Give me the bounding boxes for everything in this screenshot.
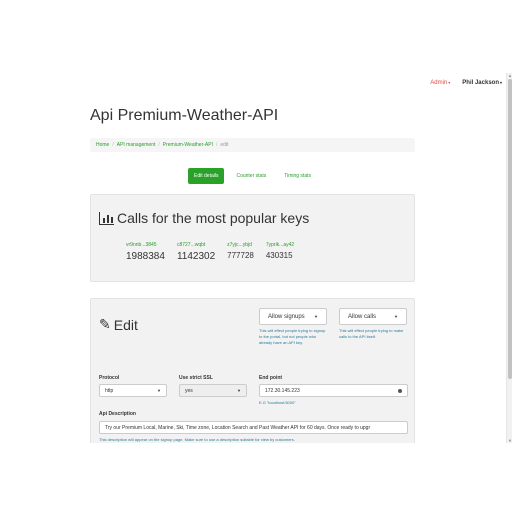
calls-select[interactable]: Allow calls ▼ [339,308,407,325]
ssl-select[interactable]: yes ▼ [179,384,247,397]
key-count: 777728 [227,251,254,260]
edit-heading: ✎ Edit [99,316,138,333]
description-label: Api Description [99,411,136,417]
tab-bar: Edit details Counter stats Timing stats [188,168,317,184]
description-input[interactable]: Try our Premium Local, Marine, Ski, Time… [99,421,408,434]
breadcrumb-separator: / [215,142,218,148]
chevron-down-icon: ▼ [157,388,161,393]
key-name[interactable]: z7yjc...ybjd [227,242,254,248]
ssl-label: Use strict SSL [179,375,213,381]
breadcrumb-api-management[interactable]: API management [117,142,156,148]
description-hint: This description will appear on the sign… [99,437,295,442]
user-menu-label: Phil Jackson [462,80,499,86]
protocol-select[interactable]: http ▼ [99,384,167,397]
key-item: z7yjc...ybjd 777728 [227,242,254,262]
tab-counter-stats[interactable]: Counter stats [230,168,272,184]
scroll-up-icon[interactable]: ▲ [508,73,512,78]
key-item: vr9nnb...3845 1988384 [126,242,165,262]
breadcrumb-current: edit [220,142,229,148]
input-status-icon [398,388,402,393]
endpoint-label: End point [259,375,283,381]
tab-edit-details[interactable]: Edit details [188,168,225,184]
user-menu[interactable]: Phil Jackson▾ [462,80,502,86]
chevron-down-icon: ▾ [499,80,502,85]
tab-timing-stats[interactable]: Timing stats [278,168,317,184]
key-name[interactable]: vr9nnb...3845 [126,242,165,248]
endpoint-input-value: 172.30.145.223 [265,387,300,394]
key-item: 7yprik...ay42 430315 [266,242,294,262]
scrollbar-thumb[interactable] [508,79,512,379]
page-title: Api Premium-Weather-API [90,107,279,124]
signups-help: This will effect people trying to signup… [259,328,326,345]
edit-panel: ✎ Edit Allow signups ▼ This will effect … [90,298,415,443]
chevron-down-icon: ▾ [448,80,451,85]
browser-viewport: Admin▾ Phil Jackson▾ Api Premium-Weather… [0,73,512,443]
calls-select-value: Allow calls [348,313,377,320]
breadcrumb-api[interactable]: Premium-Weather-API [163,142,213,148]
bar-chart-icon [99,211,114,225]
keys-list: vr9nnb...3845 1988384 c8727...wqbt 11423… [126,242,294,262]
chevron-down-icon: ▼ [237,388,241,393]
scroll-down-icon[interactable]: ▼ [508,438,512,443]
edit-icon: ✎ [99,316,111,332]
key-count: 1142302 [176,251,216,262]
breadcrumb-home[interactable]: Home [96,142,109,148]
breadcrumb-separator: / [158,142,160,148]
popular-keys-heading: Calls for the most popular keys [99,210,309,226]
key-item: c8727...wqbt 1142302 [177,242,215,262]
protocol-select-value: http [105,387,114,394]
key-name[interactable]: 7yprik...ay42 [266,242,294,248]
key-count: 1988384 [126,251,165,262]
popular-keys-title: Calls for the most popular keys [117,210,310,226]
popular-keys-panel: Calls for the most popular keys vr9nnb..… [90,194,415,282]
chevron-down-icon: ▼ [394,314,398,319]
endpoint-input[interactable]: 172.30.145.223 [259,384,408,397]
signups-select[interactable]: Allow signups ▼ [259,308,327,325]
endpoint-hint: E.G "localhost:5000" [259,400,296,405]
key-name[interactable]: c8727...wqbt [177,242,215,248]
breadcrumb: Home / API management / Premium-Weather-… [90,138,415,152]
calls-help: This will effect people trying to make c… [339,328,404,339]
description-input-value: Try our Premium Local, Marine, Ski, Time… [105,424,371,431]
edit-title: Edit [113,316,138,333]
protocol-label: Protocol [99,375,120,381]
signups-select-value: Allow signups [268,313,305,320]
top-navigation: Admin▾ Phil Jackson▾ [430,80,502,86]
admin-menu[interactable]: Admin▾ [430,80,450,86]
key-count: 430315 [265,251,293,260]
chevron-down-icon: ▼ [314,314,318,319]
admin-menu-label: Admin [430,80,448,86]
breadcrumb-separator: / [112,142,114,148]
vertical-scrollbar[interactable]: ▲ ▼ [506,73,512,443]
ssl-select-value: yes [185,387,193,394]
